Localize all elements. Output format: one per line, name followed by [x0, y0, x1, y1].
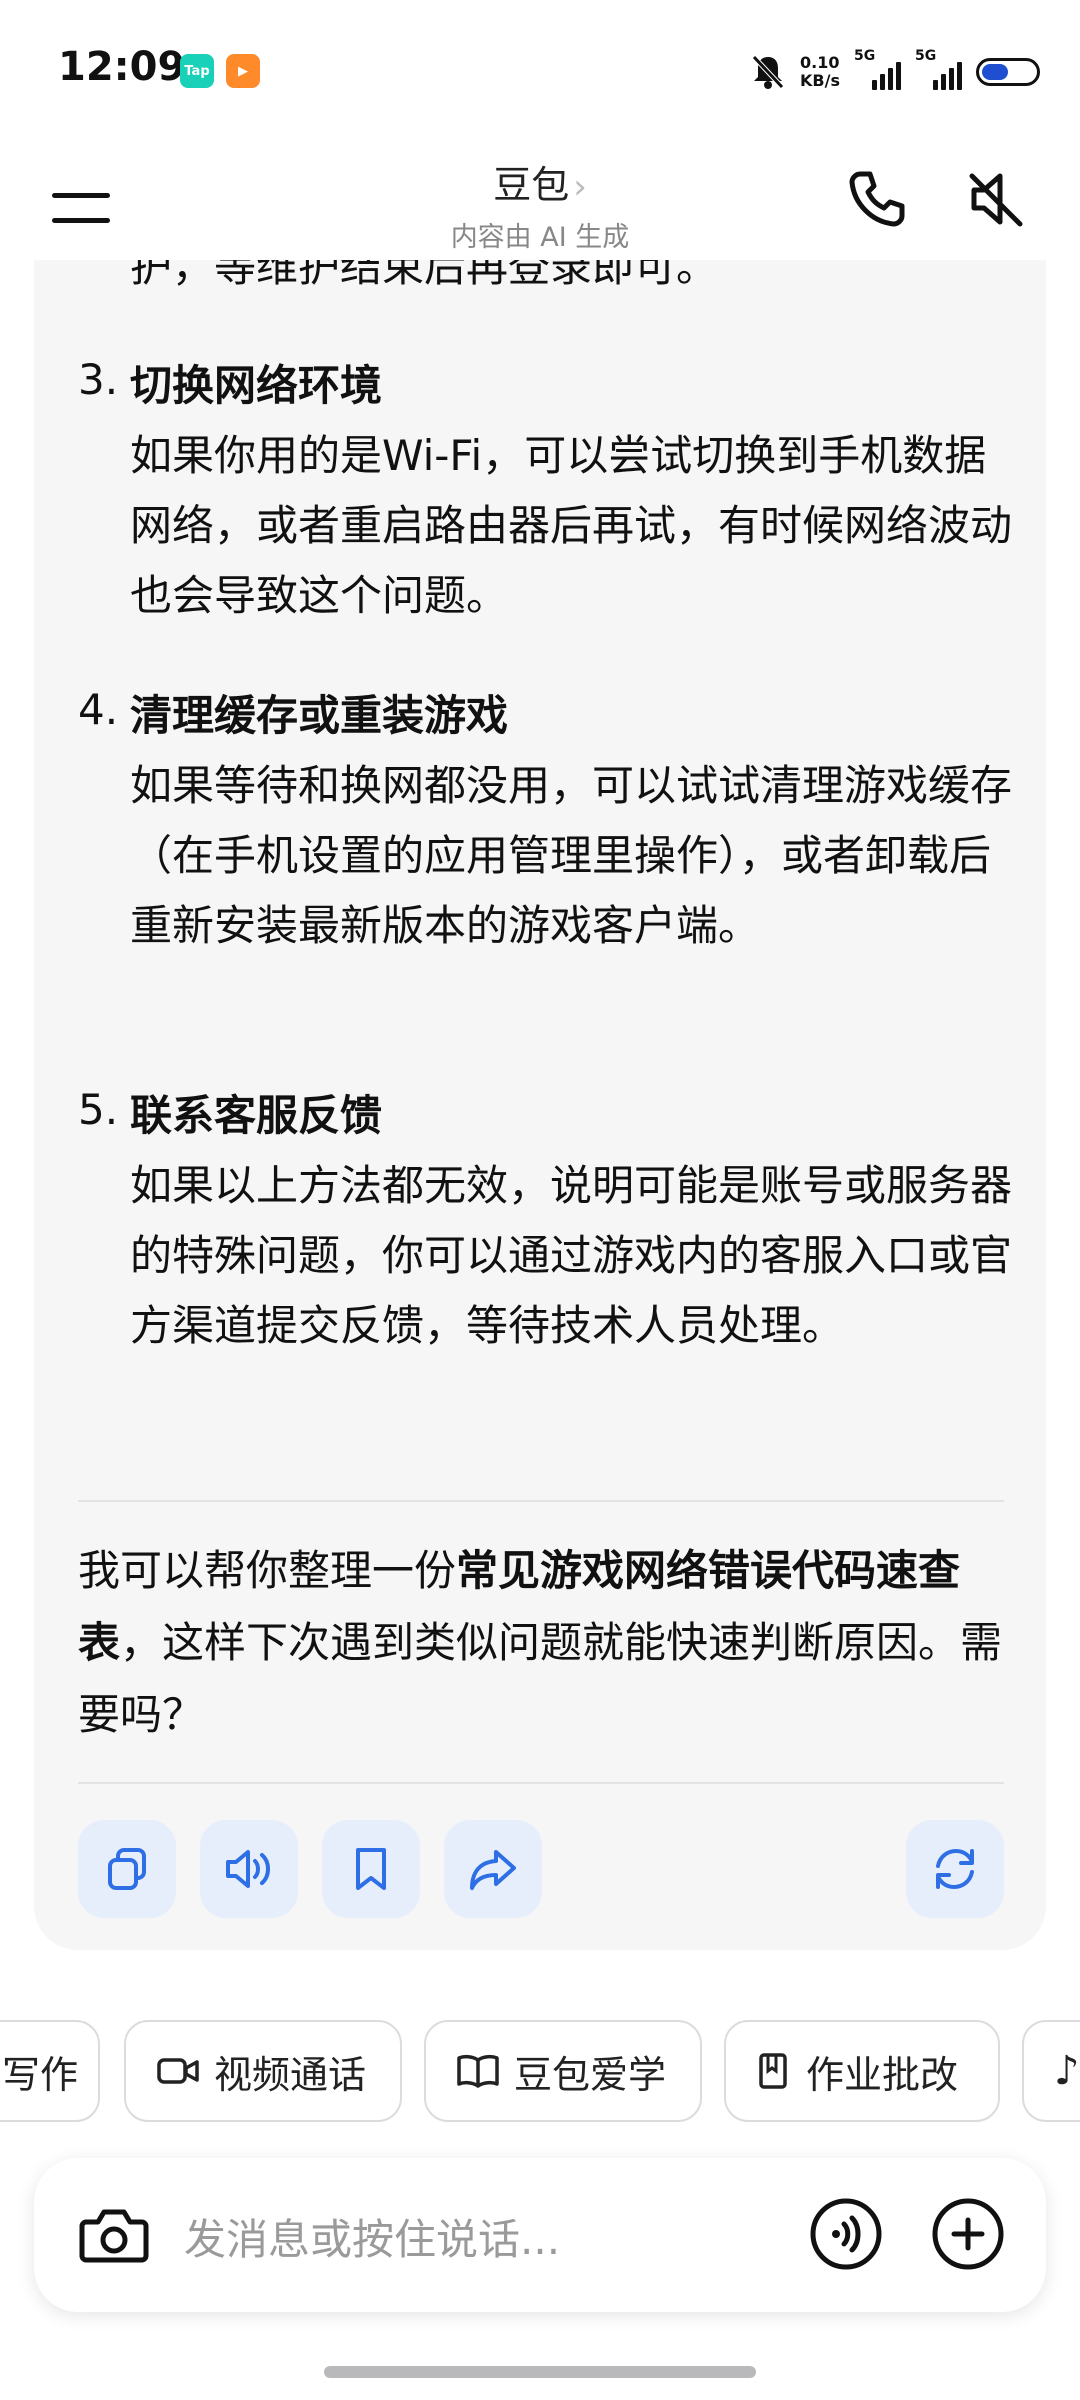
list-item-title: 清理缓存或重装游戏 [130, 691, 509, 740]
list-item-body: 如果等待和换网都没用，可以试试清理游戏缓存（在手机设置的应用管理里操作），或者卸… [130, 761, 1013, 950]
mute-bell-icon [752, 55, 784, 89]
message-input[interactable]: 发消息或按住说话... [184, 2206, 560, 2267]
list-item-body: 如果你用的是Wi-Fi，可以尝试切换到手机数据网络，或者重启路由器后再试，有时候… [130, 431, 1013, 620]
read-aloud-button[interactable] [200, 1820, 298, 1918]
quick-action-bar: 写作 视频通话 豆包爱学 作业批改 ♪ [0, 2020, 1080, 2126]
phone-call-icon[interactable] [842, 164, 912, 234]
voice-input-icon[interactable] [808, 2196, 884, 2272]
chip-video-call[interactable]: 视频通话 [124, 2020, 402, 2122]
list-item-title: 联系客服反馈 [130, 1091, 383, 1140]
message-composer: 发消息或按住说话... [34, 2158, 1046, 2312]
bookmark-icon [356, 1848, 386, 1890]
chevron-right-icon: › [573, 167, 587, 207]
list-item: 3. 切换网络环境 如果你用的是Wi-Fi，可以尝试切换到手机数据网络，或者重启… [78, 355, 1018, 631]
chat-title: 豆包 › [493, 163, 587, 207]
chip-music[interactable]: ♪ [1022, 2020, 1080, 2122]
home-indicator[interactable] [324, 2366, 756, 2378]
divider [78, 1500, 1004, 1502]
battery-icon [976, 58, 1040, 86]
copy-icon [108, 1848, 146, 1890]
copy-button[interactable] [78, 1820, 176, 1918]
chat-header: 豆包 › 内容由 AI 生成 [0, 140, 1080, 280]
list-item: 5. 联系客服反馈 如果以上方法都无效，说明可能是账号或服务器的特殊问题，你可以… [78, 1085, 1018, 1361]
ai-generated-notice: 内容由 AI 生成 [450, 222, 630, 253]
divider [78, 1782, 1004, 1784]
message-actions [78, 1820, 1004, 1920]
list-item-body: 如果以上方法都无效，说明可能是账号或服务器的特殊问题，你可以通过游戏内的客服入口… [130, 1161, 1013, 1350]
list-item: 4. 清理缓存或重装游戏 如果等待和换网都没用，可以试试清理游戏缓存（在手机设置… [78, 685, 1018, 961]
refresh-icon [936, 1848, 974, 1890]
chip-writing[interactable]: 写作 [0, 2020, 100, 2122]
homework-icon [759, 2053, 787, 2089]
speaker-mute-icon[interactable] [960, 164, 1030, 234]
music-note-icon: ♪ [1054, 2048, 1080, 2094]
chip-homework-grading[interactable]: 作业批改 [724, 2020, 1000, 2122]
regenerate-button[interactable] [906, 1820, 1004, 1918]
status-time: 12:09 [58, 44, 186, 90]
signal-bars-icon [854, 62, 901, 90]
share-button[interactable] [444, 1820, 542, 1918]
plus-icon[interactable] [930, 2196, 1006, 2272]
chip-doubao-learn[interactable]: 豆包爱学 [424, 2020, 702, 2122]
status-bar: 12:09 Tap ▶ 0.10 KB/s 5G 5G [0, 0, 1080, 140]
status-indicators: 0.10 KB/s 5G 5G [750, 48, 1040, 94]
menu-icon[interactable] [52, 178, 112, 238]
share-arrow-icon [470, 1850, 516, 1890]
tap-app-icon: Tap [180, 54, 214, 88]
camera-icon[interactable] [78, 2200, 150, 2270]
signal-bars-icon [915, 62, 962, 90]
message-text-fragment: 护，等维护结束后再登录即可。 [130, 260, 719, 291]
message-summary: 我可以帮你整理一份常见游戏网络错误代码速查表，这样下次遇到类似问题就能快速判断原… [78, 1546, 1003, 1739]
network-speed: 0.10 KB/s [800, 53, 840, 90]
list-item-title: 切换网络环境 [130, 361, 383, 410]
video-camera-icon [157, 2058, 199, 2084]
bookmark-button[interactable] [322, 1820, 420, 1918]
ai-message-card: 护，等维护结束后再登录即可。 3. 切换网络环境 如果你用的是Wi-Fi，可以尝… [34, 260, 1046, 1950]
signal-strength-2: 5G [915, 48, 962, 90]
signal-strength-1: 5G [854, 48, 901, 90]
speaker-icon [226, 1850, 270, 1888]
chat-title-area[interactable]: 豆包 › 内容由 AI 生成 [340, 154, 740, 254]
video-app-icon: ▶ [226, 54, 260, 88]
open-book-icon [457, 2054, 499, 2088]
